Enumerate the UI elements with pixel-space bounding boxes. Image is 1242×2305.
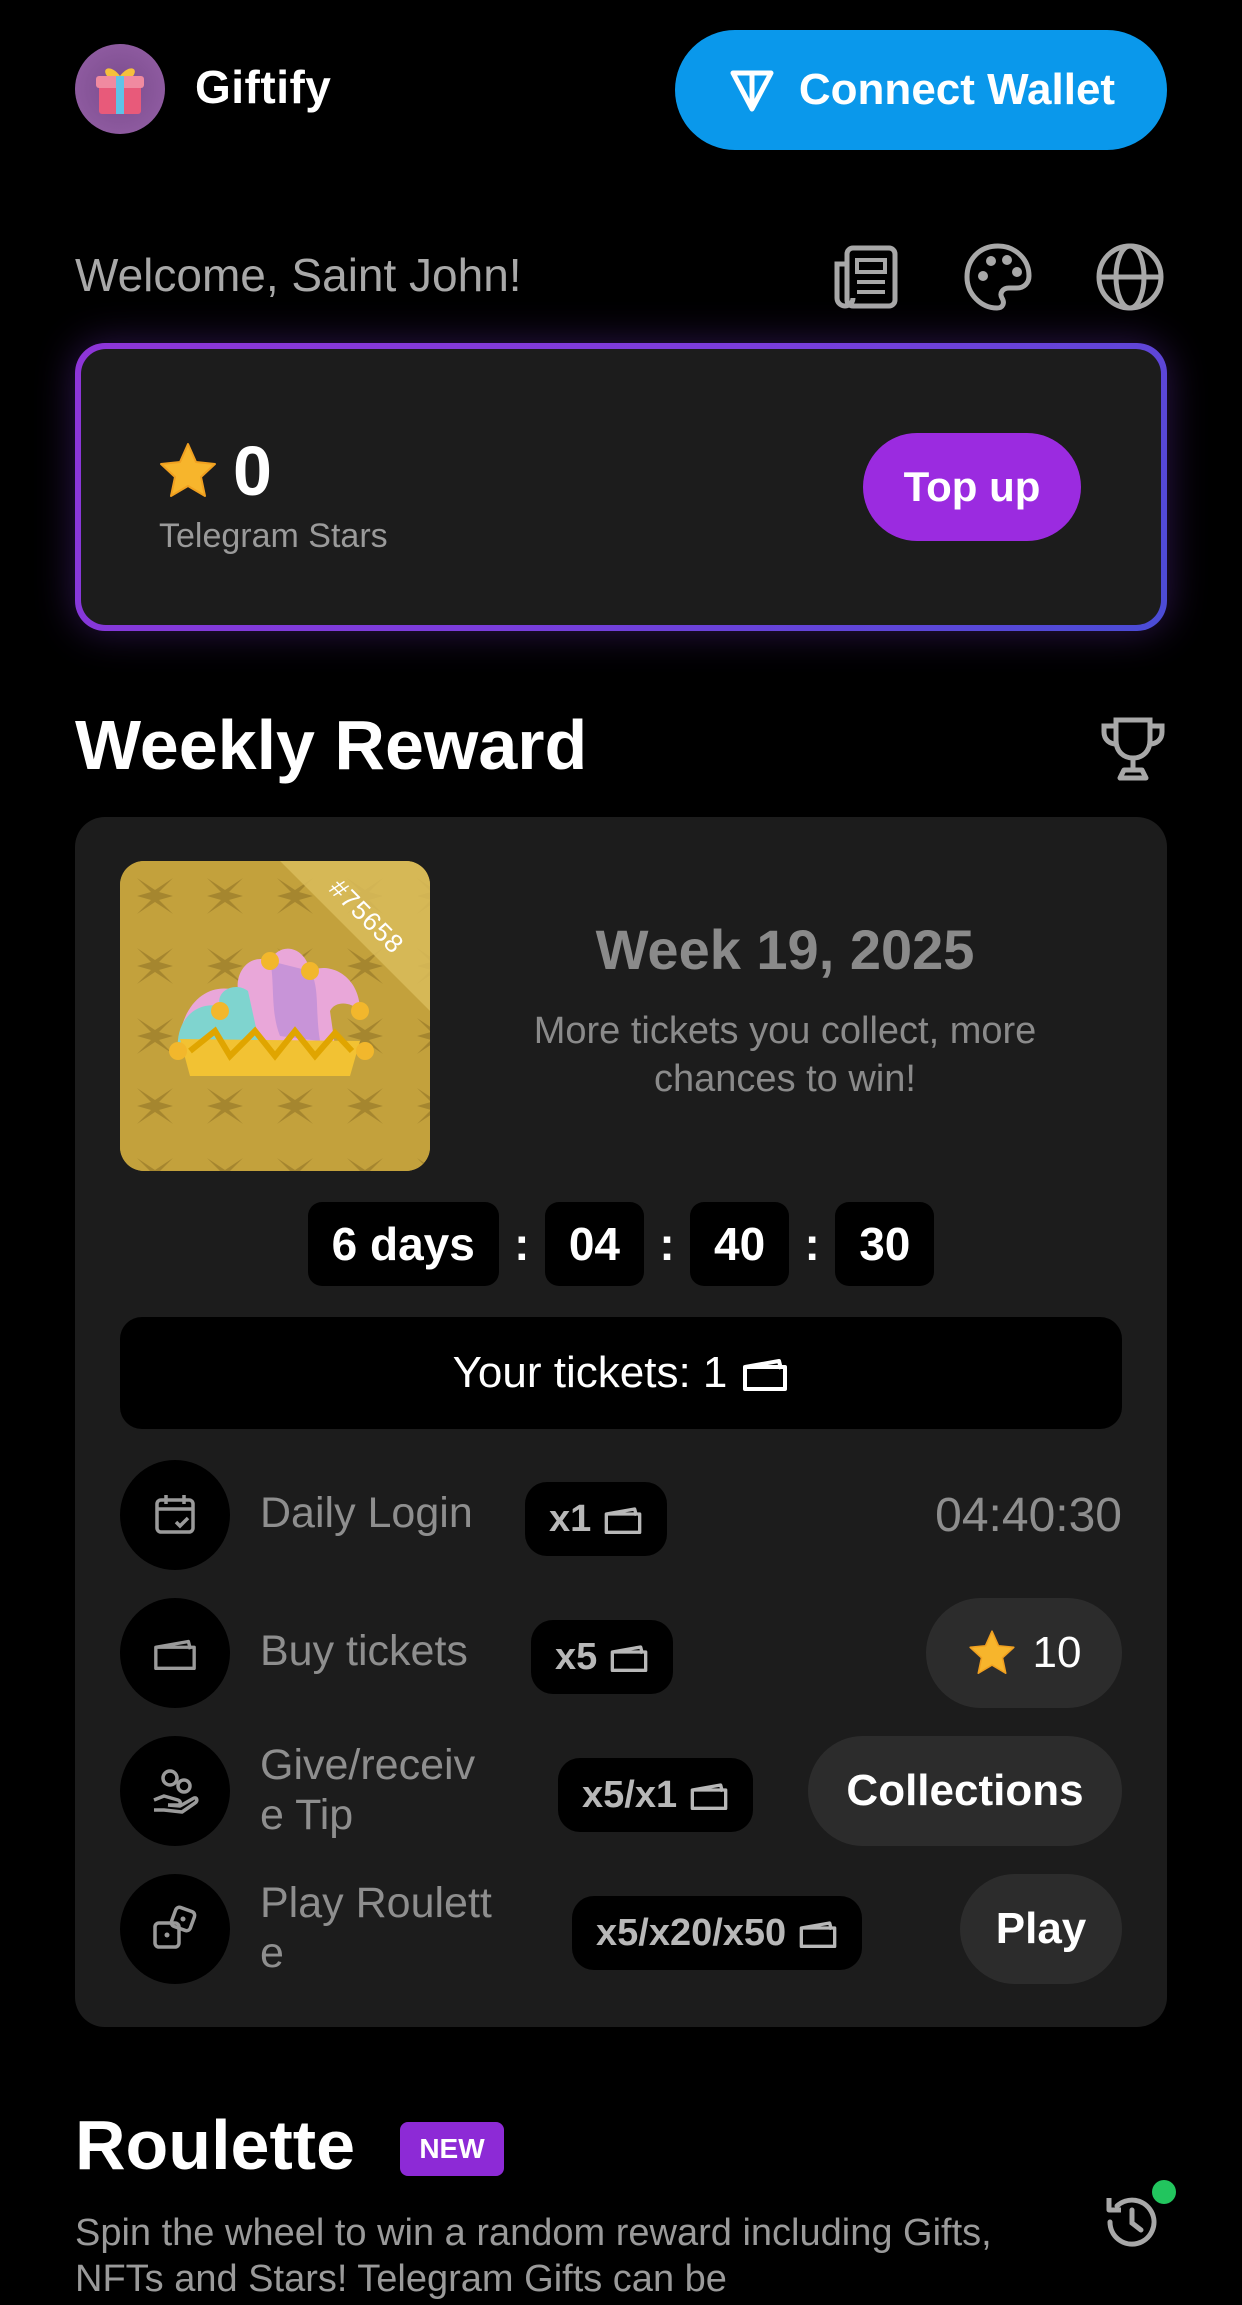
task-label-line: e (260, 1929, 284, 1977)
task-label: Give/receiv e Tip (260, 1740, 475, 1840)
timer-separator: : (514, 1218, 530, 1270)
top-up-button[interactable]: Top up (863, 433, 1081, 541)
task-buy-tickets: Buy tickets x5 10 (120, 1598, 1122, 1708)
stars-balance-card: 0 Telegram Stars Top up (75, 343, 1167, 631)
buy-tickets-price: 10 (1032, 1628, 1082, 1677)
new-badge: NEW (400, 2122, 504, 2176)
multiplier-value: x1 (549, 1497, 592, 1540)
star-icon (968, 1630, 1015, 1674)
multiplier-value: x5 (555, 1635, 598, 1678)
play-button[interactable]: Play (960, 1874, 1122, 1984)
countdown-timer: 6 days : 04 : 40 : 30 (75, 1202, 1167, 1286)
timer-separator: : (659, 1218, 675, 1270)
header: Giftify Connect Wallet (75, 30, 1167, 150)
week-title: Week 19, 2025 (595, 918, 975, 981)
multiplier-value: x5/x20/x50 (596, 1911, 787, 1954)
calendar-icon (120, 1460, 230, 1570)
ticket-icon (743, 1359, 788, 1391)
notification-dot (1152, 2180, 1176, 2204)
multiplier-chip: x5/x1 (558, 1758, 754, 1832)
palette-icon[interactable] (961, 240, 1035, 314)
your-tickets-label: Your tickets: 1 (452, 1348, 728, 1397)
multiplier-chip: x1 (525, 1482, 668, 1556)
connect-wallet-button[interactable]: Connect Wallet (675, 30, 1167, 150)
ticket-icon (604, 1507, 642, 1534)
task-label: Play Roulett e (260, 1878, 492, 1978)
task-label-line: Give/receiv (260, 1741, 476, 1789)
gift-icon (96, 68, 144, 114)
multiplier-value: x5/x1 (582, 1773, 678, 1816)
star-icon (160, 443, 216, 497)
timer-seconds: 30 (835, 1202, 935, 1286)
stars-label: Telegram Stars (159, 517, 388, 555)
ton-icon (730, 70, 774, 112)
collections-button[interactable]: Collections (808, 1736, 1122, 1846)
hand-coin-icon (120, 1736, 230, 1846)
dice-icon (120, 1874, 230, 1984)
week-subtitle: More tickets you collect, more chances t… (533, 1010, 1037, 1100)
daily-login-countdown: 04:40:30 (935, 1489, 1122, 1542)
ticket-icon (120, 1598, 230, 1708)
stars-value: 0 (233, 432, 272, 510)
timer-separator: : (804, 1218, 820, 1270)
ticket-icon (690, 1783, 728, 1810)
weekly-reward-card: #75658 Week 19, 2025 More tickets you co… (75, 817, 1167, 2027)
trophy-icon[interactable] (1096, 712, 1170, 786)
multiplier-chip: x5 (531, 1620, 674, 1694)
your-tickets-bar[interactable]: Your tickets: 1 (120, 1317, 1122, 1429)
ticket-icon (799, 1921, 837, 1948)
weekly-reward-title: Weekly Reward (75, 706, 588, 784)
task-daily-login: Daily Login x1 04:40:30 (120, 1460, 1122, 1570)
timer-minutes: 40 (690, 1202, 790, 1286)
task-give-receive-tip: Give/receiv e Tip x5/x1 Collections (120, 1736, 1122, 1846)
news-icon[interactable] (829, 240, 903, 314)
roulette-description: Spin the wheel to win a random reward in… (75, 2212, 992, 2300)
app-logo (75, 44, 165, 134)
ticket-icon (610, 1645, 648, 1672)
history-button[interactable] (1100, 2180, 1176, 2254)
connect-wallet-label: Connect Wallet (798, 65, 1116, 114)
app-name: Giftify (195, 61, 332, 113)
task-label-line: Play Roulett (260, 1879, 492, 1927)
task-label: Buy tickets (260, 1627, 468, 1675)
task-label-line: e Tip (260, 1791, 354, 1839)
timer-days: 6 days (307, 1202, 499, 1286)
gift-image[interactable]: #75658 (120, 861, 430, 1171)
buy-tickets-button[interactable]: 10 (926, 1598, 1122, 1708)
task-play-roulette: Play Roulett e x5/x20/x50 Play (120, 1874, 1122, 1984)
roulette-title: Roulette (75, 2106, 355, 2184)
multiplier-chip: x5/x20/x50 (572, 1896, 863, 1970)
task-label: Daily Login (260, 1489, 473, 1537)
timer-hours: 04 (544, 1202, 645, 1286)
welcome-text: Welcome, Saint John! (75, 249, 522, 301)
globe-icon[interactable] (1093, 240, 1167, 314)
